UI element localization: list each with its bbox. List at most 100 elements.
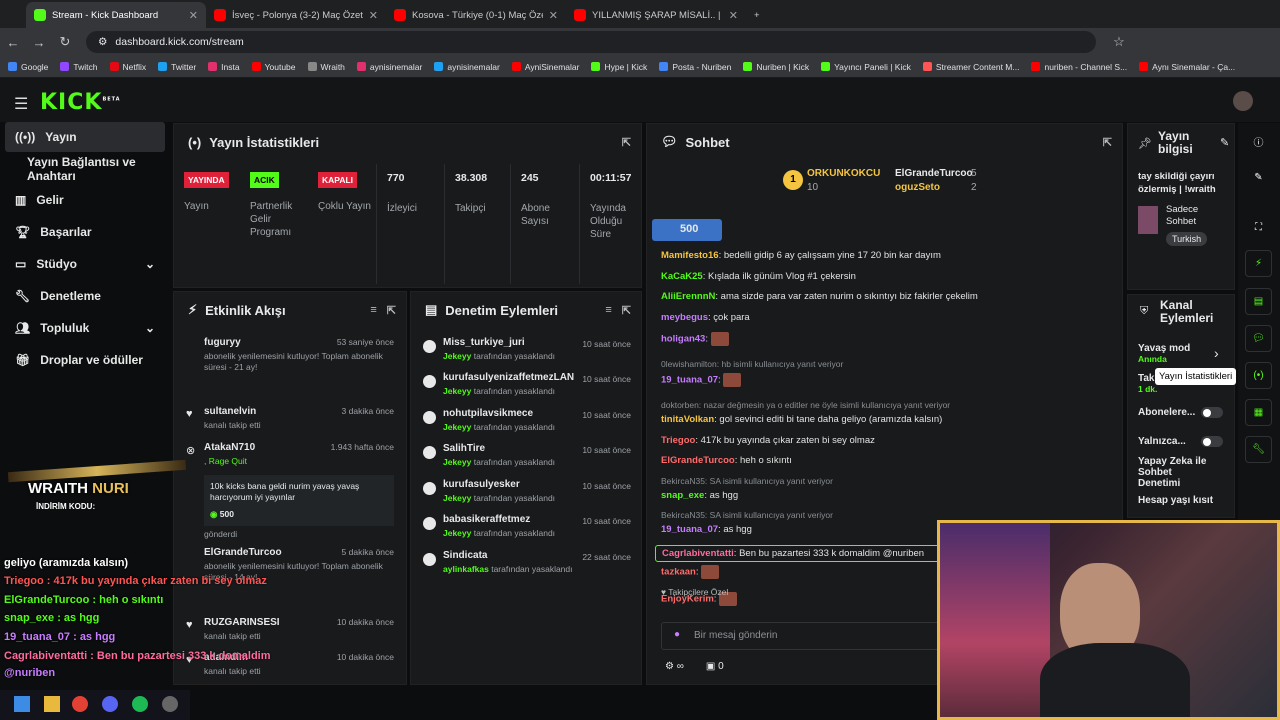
close-icon[interactable]: ✕ bbox=[369, 9, 378, 22]
sidebar-item-stream-key[interactable]: Yayın Bağlantısı ve Anahtarı bbox=[5, 154, 165, 184]
popout-icon[interactable]: ⇱ bbox=[387, 304, 396, 317]
chat-icon[interactable]: 💬︎ bbox=[1245, 325, 1272, 352]
bookmark-item[interactable]: AyniSinemalar bbox=[511, 62, 579, 72]
edit-icon[interactable]: ✎ bbox=[1220, 136, 1229, 149]
server-icon[interactable]: ▦ bbox=[1245, 399, 1272, 426]
bookmark-item[interactable]: Google bbox=[8, 62, 48, 72]
sidebar-item-denetleme[interactable]: 🔧︎ Denetleme bbox=[5, 281, 165, 311]
filter-icon[interactable]: ≡ bbox=[370, 304, 376, 317]
subscribers-toggle[interactable] bbox=[1201, 407, 1223, 418]
reply-context[interactable]: BekircaN35: SA isimli kullanıcıya yanıt … bbox=[661, 510, 833, 520]
bookmark-star-icon[interactable]: ☆ bbox=[1106, 34, 1132, 50]
bookmark-item[interactable]: Wraith bbox=[307, 62, 345, 72]
banned-user[interactable]: SalihTire bbox=[443, 443, 485, 454]
bookmark-item[interactable]: Twitter bbox=[158, 62, 196, 72]
banned-user[interactable]: kurufasulyenizaffetmezLAN bbox=[443, 372, 574, 383]
chat-username[interactable]: Cagrlabiventatti bbox=[662, 548, 734, 559]
top-gifter-name[interactable]: oguzSeto bbox=[895, 182, 940, 193]
sidebar-item-studyo[interactable]: ▭ Stüdyo ⌄ bbox=[5, 249, 165, 279]
bookmark-item[interactable]: Aynı Sinemalar - Ça... bbox=[1139, 62, 1235, 72]
slow-mode-row[interactable]: Yavaş mod Anında bbox=[1138, 343, 1190, 364]
sidebar-item-droplar[interactable]: 🎁︎ Droplar ve ödüller bbox=[5, 345, 165, 375]
banned-user[interactable]: Sindicata bbox=[443, 550, 487, 561]
chat-username[interactable]: tinitaVolkan bbox=[661, 414, 714, 425]
popout-icon[interactable]: ⇱ bbox=[1103, 136, 1112, 149]
account-age-row[interactable]: Hesap yaşı kısıt bbox=[1138, 495, 1213, 506]
sidebar-item-yayin[interactable]: ((•)) Yayın bbox=[5, 122, 165, 152]
settings-icon[interactable]: ⚙ ∞ bbox=[665, 661, 684, 672]
moderator-name[interactable]: Jekeyy bbox=[443, 493, 471, 503]
moderator-name[interactable]: Jekeyy bbox=[443, 457, 471, 467]
chrome-icon[interactable] bbox=[72, 696, 88, 712]
steam-icon[interactable] bbox=[162, 696, 178, 712]
info-icon[interactable]: ⓘ bbox=[1245, 128, 1272, 155]
close-icon[interactable]: ✕ bbox=[189, 9, 198, 22]
sidebar-item-gelir[interactable]: ▥ Gelir bbox=[5, 185, 165, 215]
windows-icon[interactable] bbox=[14, 696, 30, 712]
chat-username[interactable]: KaCaK25 bbox=[661, 271, 703, 282]
reply-context[interactable]: BekircaN35: SA isimli kullanıcıya yanıt … bbox=[661, 476, 833, 486]
chat-username[interactable]: tazkaan bbox=[661, 567, 696, 578]
close-icon[interactable]: ✕ bbox=[729, 9, 738, 22]
filter-icon[interactable]: ≡ bbox=[605, 304, 611, 317]
chevron-right-icon[interactable]: › bbox=[1214, 345, 1219, 361]
avatar[interactable] bbox=[1233, 91, 1253, 111]
crop-icon[interactable]: ⛶ bbox=[1245, 214, 1272, 241]
url-input[interactable]: ⚙ dashboard.kick.com/stream bbox=[86, 31, 1096, 53]
moderator-name[interactable]: Jekeyy bbox=[443, 386, 471, 396]
sidebar-item-topluluk[interactable]: 👥︎ Topluluk ⌄ bbox=[5, 313, 165, 343]
bookmark-item[interactable]: Posta - Nuriben bbox=[659, 62, 731, 72]
broadcast-icon[interactable]: (•) bbox=[1245, 362, 1272, 389]
reload-icon[interactable]: ↻ bbox=[52, 34, 78, 50]
menu-icon[interactable]: ☰ bbox=[14, 94, 28, 114]
moderator-name[interactable]: Jekeyy bbox=[443, 351, 471, 361]
tab-kick-dashboard[interactable]: Stream - Kick Dashboard ✕ bbox=[26, 2, 206, 28]
wrench-icon[interactable]: 🔧︎ bbox=[1245, 436, 1272, 463]
bookmark-item[interactable]: Insta bbox=[208, 62, 240, 72]
kick-logo[interactable]: KICKBETA bbox=[40, 90, 121, 115]
tab-youtube-2[interactable]: Kosova - Türkiye (0-1) Maç Özeti ✕ bbox=[386, 2, 566, 28]
bookmark-item[interactable]: Hype | Kick bbox=[591, 62, 647, 72]
chat-username[interactable]: Mamifesto16 bbox=[661, 250, 719, 261]
lightning-icon[interactable]: ⚡︎ bbox=[1245, 250, 1272, 277]
chat-username[interactable]: holigan43 bbox=[661, 334, 705, 345]
bookmark-item[interactable]: Netflix bbox=[109, 62, 146, 72]
document-icon[interactable]: ▤ bbox=[1245, 288, 1272, 315]
banned-user[interactable]: Miss_turkiye_juri bbox=[443, 337, 525, 348]
tab-youtube-3[interactable]: YILLANMIŞ ŞARAP MİSALİ.. | LO ✕ bbox=[566, 2, 746, 28]
bookmark-item[interactable]: Nuriben | Kick bbox=[743, 62, 809, 72]
bookmark-item[interactable]: Youtube bbox=[251, 62, 296, 72]
gift-icon[interactable]: ▣ bbox=[706, 661, 715, 672]
chat-username[interactable]: 19_tuana_07 bbox=[661, 375, 718, 386]
moderator-name[interactable]: Jekeyy bbox=[443, 422, 471, 432]
forward-icon[interactable]: → bbox=[26, 35, 52, 50]
folder-icon[interactable] bbox=[44, 696, 60, 712]
chat-username[interactable]: ElGrandeTurcoo bbox=[661, 455, 735, 466]
bookmark-item[interactable]: Twitch bbox=[60, 62, 98, 72]
top-gifter-name[interactable]: ORKUNKOKCU bbox=[807, 168, 880, 179]
banned-user[interactable]: babasikeraffetmez bbox=[443, 514, 530, 525]
reply-context[interactable]: 0lewishamilton: hb isimli kullanıcıya ya… bbox=[661, 359, 843, 369]
chat-username[interactable]: 19_tuana_07 bbox=[661, 524, 718, 535]
site-info-icon[interactable]: ⚙ bbox=[98, 36, 107, 48]
chat-username[interactable]: AliiErennnN bbox=[661, 291, 715, 302]
spotify-icon[interactable] bbox=[132, 696, 148, 712]
reply-context[interactable]: doktorben: nazar değmesin ya o editler n… bbox=[661, 400, 950, 410]
new-tab-button[interactable]: + bbox=[746, 2, 776, 28]
popout-icon[interactable]: ⇱ bbox=[622, 304, 631, 317]
popout-icon[interactable]: ⇱ bbox=[622, 136, 631, 149]
discord-icon[interactable] bbox=[102, 696, 118, 712]
sidebar-item-basarilar[interactable]: 🏆︎ Başarılar bbox=[5, 217, 165, 247]
bookmark-item[interactable]: Streamer Content M... bbox=[922, 62, 1019, 72]
chat-username[interactable]: snap_exe bbox=[661, 490, 704, 501]
moderator-name[interactable]: aylinkafkas bbox=[443, 564, 489, 574]
category-name[interactable]: Sadece Sohbet bbox=[1166, 204, 1226, 228]
top-gifter-name[interactable]: ElGrandeTurcoo bbox=[895, 168, 973, 179]
back-icon[interactable]: ← bbox=[0, 35, 26, 50]
emote-only-toggle[interactable] bbox=[1201, 436, 1223, 447]
close-icon[interactable]: ✕ bbox=[549, 9, 558, 22]
chat-username[interactable]: meybegus bbox=[661, 312, 708, 323]
mic-icon[interactable]: ● bbox=[674, 629, 680, 640]
banned-user[interactable]: nohutpilavsikmece bbox=[443, 408, 533, 419]
pinned-gift[interactable]: 500 bbox=[652, 219, 722, 241]
